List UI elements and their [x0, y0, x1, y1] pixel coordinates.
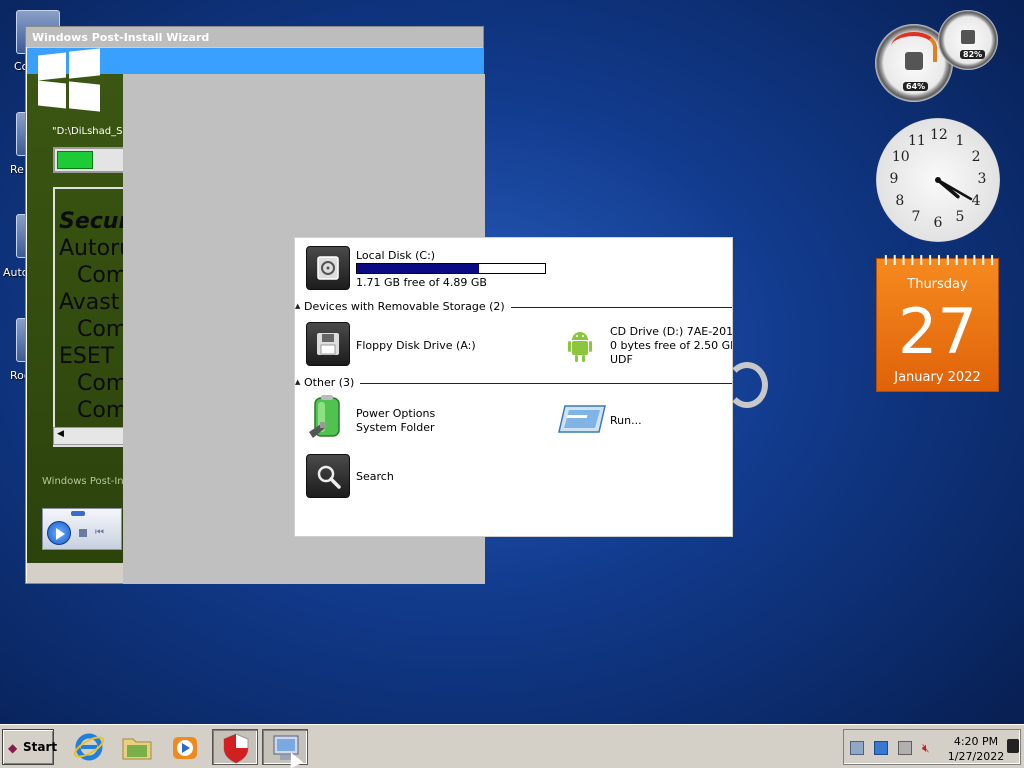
power-options-type: System Folder — [356, 421, 435, 434]
start-label: Start — [23, 740, 58, 754]
cpu-percent: 64% — [903, 82, 929, 91]
cpu-chip-icon — [905, 52, 923, 70]
group-label: Other (3) — [304, 376, 361, 389]
wizard-status-strip — [27, 563, 123, 583]
floppy-disk-icon[interactable] — [306, 322, 350, 366]
clock-minute-hand — [936, 178, 973, 201]
group-header-other[interactable]: ▲ Other (3) — [295, 376, 732, 390]
internet-explorer-taskbar-button[interactable] — [66, 729, 112, 765]
play-button[interactable] — [47, 521, 71, 545]
calendar-date-number: 27 — [898, 295, 977, 368]
windows-logo-icon — [38, 48, 100, 112]
calendar-gadget: Thursday 27 January 2022 — [876, 255, 999, 392]
list-item: ESET — [59, 344, 115, 369]
disk-glyph — [317, 256, 339, 280]
clock-hands — [935, 177, 973, 201]
memory-gauge: 82% — [938, 10, 998, 70]
group-label: Devices with Removable Storage (2) — [304, 300, 511, 313]
shield-icon — [223, 733, 249, 764]
memory-chip-icon — [961, 30, 975, 44]
memory-percent: 82% — [960, 50, 986, 59]
floppy-glyph — [317, 333, 339, 355]
hard-drive-icon[interactable] — [306, 246, 350, 290]
wizard-path-text: "D:\DiLshad_S — [52, 126, 123, 137]
magnifier-glyph — [317, 465, 341, 489]
local-disk-free-text: 1.71 GB free of 4.89 GB — [356, 276, 487, 289]
desktop-icon-label: Re — [10, 163, 24, 176]
play-icon — [56, 528, 65, 540]
stop-icon[interactable] — [79, 529, 87, 537]
cd-drive-free-text: 0 bytes free of 2.50 GB — [610, 339, 733, 352]
cd-drive-android-icon[interactable] — [565, 326, 595, 366]
list-item: Com — [77, 398, 128, 423]
security-shield-taskbar-button[interactable] — [212, 729, 258, 765]
search-icon[interactable] — [306, 454, 350, 498]
previous-icon[interactable]: ⏮ — [95, 527, 104, 538]
wizard-title-bar[interactable]: Windows Post-Install Wizard — [26, 27, 483, 47]
computer-explorer-panel: Local Disk (C:) 1.71 GB free of 4.89 GB … — [294, 237, 733, 537]
local-disk-usage-bar — [356, 263, 546, 274]
power-options-name[interactable]: Power Options — [356, 407, 435, 420]
system-tray: 🔇︎ 4:20 PM 1/27/2022 — [843, 729, 1021, 765]
media-player-taskbar-button[interactable] — [162, 729, 208, 765]
wizard-progress-bar — [53, 147, 133, 173]
group-header-removable-storage[interactable]: ▲ Devices with Removable Storage (2) — [295, 300, 732, 314]
calendar-month-year: January 2022 — [894, 370, 981, 385]
run-name[interactable]: Run... — [610, 414, 642, 427]
power-options-battery-icon[interactable] — [305, 394, 351, 442]
group-divider — [304, 383, 732, 384]
list-item: Com — [77, 317, 128, 342]
search-name[interactable]: Search — [356, 470, 394, 483]
analog-clock-gadget: 12 1 2 3 4 5 6 7 8 9 10 11 — [876, 118, 1000, 242]
local-disk-name[interactable]: Local Disk (C:) — [356, 249, 435, 262]
seek-slider[interactable] — [71, 511, 85, 516]
media-player-icon — [173, 737, 197, 759]
wizard-install-list[interactable]: Secur Autoru Com Avast Com ESET Com Com — [53, 187, 133, 447]
list-item: Avast — [59, 290, 120, 315]
tray-clock-time[interactable]: 4:20 PM — [938, 735, 1014, 748]
wizard-list-scrollbar[interactable]: ◀ — [53, 427, 133, 445]
taskbar: ◆ Start 🔇︎ 4:20 PM 1/27/2022 — [0, 724, 1024, 768]
list-item: Com — [77, 371, 128, 396]
scroll-left-arrow-icon[interactable]: ◀ — [57, 429, 64, 439]
tray-bluetooth-icon[interactable] — [874, 741, 888, 755]
floppy-drive-name[interactable]: Floppy Disk Drive (A:) — [356, 339, 476, 352]
cd-drive-name[interactable]: CD Drive (D:) 7AE-2014-D — [610, 325, 732, 338]
internet-explorer-icon — [73, 733, 105, 761]
wizard-footer-text: Windows Post-In — [42, 476, 124, 487]
run-dialog-icon[interactable] — [557, 402, 607, 436]
local-disk-usage-fill — [357, 264, 480, 273]
wizard-progress-fill — [57, 151, 93, 169]
tray-network-icon[interactable] — [850, 741, 864, 755]
folder-icon — [122, 738, 152, 760]
file-explorer-taskbar-button[interactable] — [114, 729, 160, 765]
android-glyph — [568, 332, 592, 362]
start-logo-icon: ◆ — [8, 741, 18, 755]
list-item: Secur — [59, 209, 130, 234]
calendar-binding-rings — [884, 255, 994, 265]
run-glyph — [558, 405, 606, 433]
tray-printer-icon[interactable] — [898, 741, 912, 755]
list-item: Autoru — [59, 236, 133, 261]
calendar-weekday: Thursday — [907, 277, 968, 292]
wizard-side-panel: "D:\DiLshad_S Secur Autoru Com Avast Com… — [27, 74, 133, 580]
start-button[interactable]: ◆ Start — [2, 729, 58, 765]
show-desktop-icon[interactable] — [1007, 739, 1019, 753]
cd-drive-filesystem: UDF — [610, 353, 633, 366]
battery-glyph — [309, 395, 340, 438]
media-player-widget: ⏮ — [42, 508, 122, 550]
list-item: Com — [77, 263, 128, 288]
collapse-caret-icon[interactable]: ▲ — [295, 378, 300, 386]
collapse-caret-icon[interactable]: ▲ — [295, 302, 300, 310]
tray-clock-date[interactable]: 1/27/2022 — [938, 750, 1014, 763]
tray-volume-muted-icon[interactable]: 🔇︎ — [922, 741, 936, 755]
